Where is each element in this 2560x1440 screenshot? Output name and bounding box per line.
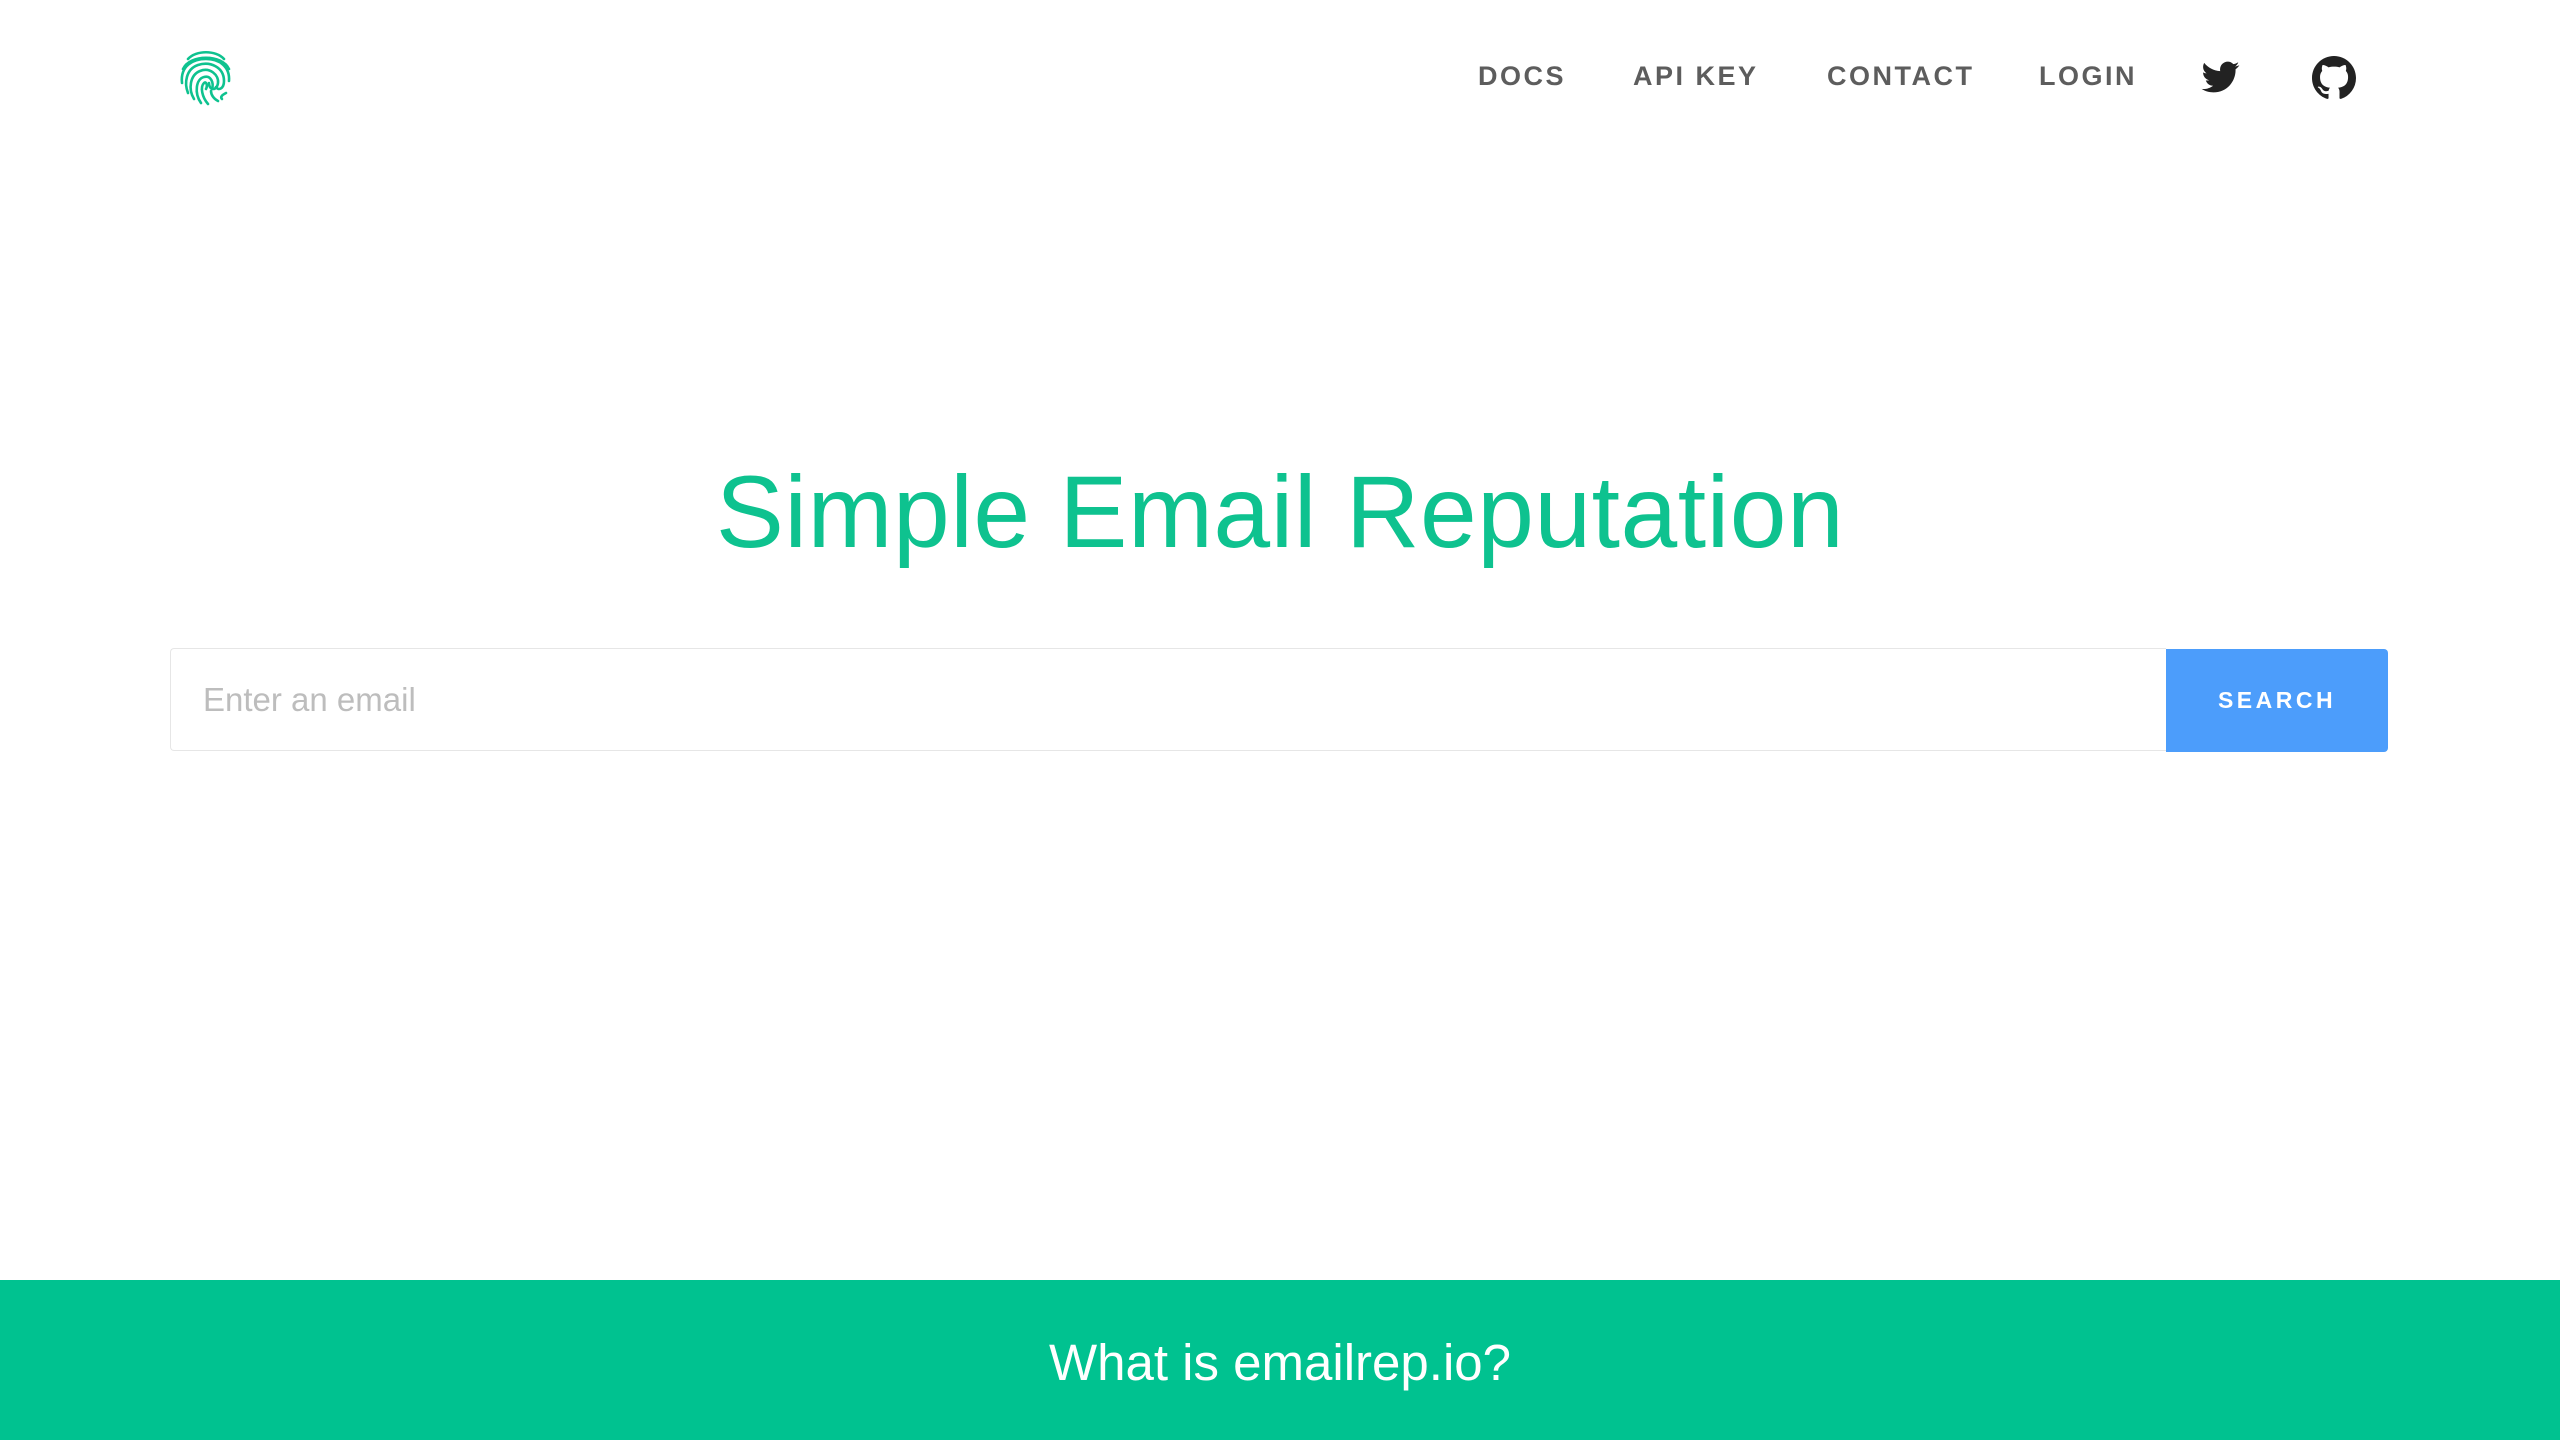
page-title: Simple Email Reputation: [715, 455, 1845, 569]
nav-api-key-link[interactable]: API KEY: [1633, 52, 1759, 100]
search-button[interactable]: SEARCH: [2166, 649, 2388, 752]
github-icon[interactable]: [2312, 56, 2356, 100]
twitter-icon[interactable]: [2200, 58, 2244, 102]
nav-docs-link[interactable]: DOCS: [1478, 52, 1566, 100]
info-band: What is emailrep.io?: [0, 1280, 2560, 1440]
page: DOCS API KEY CONTACT LOGIN Simple Email …: [0, 0, 2560, 1440]
nav-login-link[interactable]: LOGIN: [2039, 52, 2137, 100]
nav-contact-link[interactable]: CONTACT: [1827, 52, 1974, 100]
section-heading: What is emailrep.io?: [1048, 1334, 1511, 1391]
email-search-input[interactable]: [170, 648, 2166, 751]
top-nav: DOCS API KEY CONTACT LOGIN: [0, 52, 2560, 100]
